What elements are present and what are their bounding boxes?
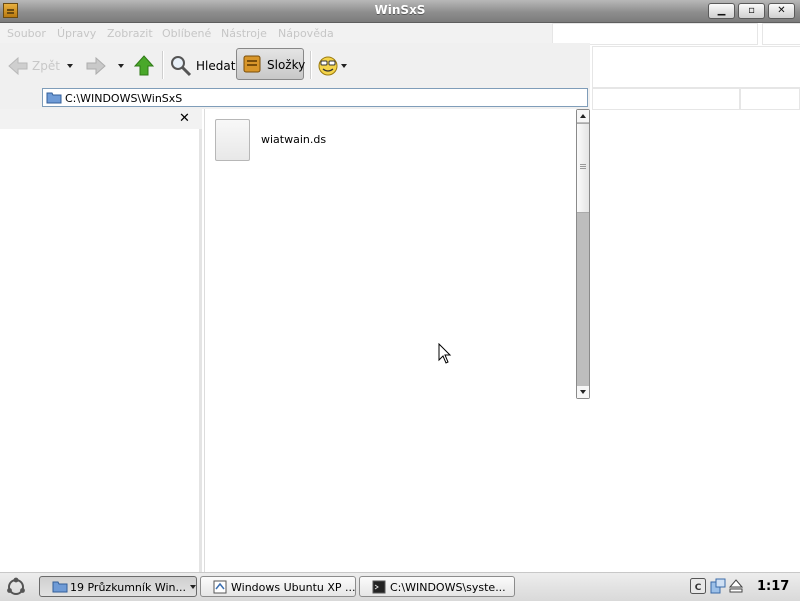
folders-toggle-button[interactable]: Složky [236,48,306,80]
search-icon[interactable] [170,55,192,77]
mouse-cursor-icon [438,343,452,364]
folders-icon [243,55,261,73]
task-group-chevron-icon[interactable] [190,585,196,589]
taskbar-task-browser[interactable]: Windows Ubuntu XP ... [200,576,356,597]
folder-icon [52,581,68,593]
maximize-button[interactable]: ▫ [738,3,765,19]
scroll-up-icon [580,114,586,118]
tray-network-icon[interactable] [710,578,726,594]
menu-tools[interactable]: Nástroje [221,27,267,40]
folder-icon [46,92,62,104]
toolbar-separator [310,51,311,79]
window-title: WinSxS [374,3,426,17]
menu-help[interactable]: Nápověda [278,27,334,40]
file-name[interactable]: wiatwain.ds [261,133,326,146]
menu-bar: Soubor Úpravy Zobrazit Oblíbené Nástroje… [0,23,552,43]
tray-eject-icon[interactable] [728,578,744,594]
vertical-scrollbar[interactable] [576,109,590,399]
taskbar: 19 Průzkumník Win... Windows Ubuntu XP .… [0,572,800,601]
ghost-panel [592,88,740,110]
taskbar-task-explorer[interactable]: 19 Průzkumník Win... [39,576,197,597]
address-row: C:\WINDOWS\WinSxS [0,87,590,109]
views-smiley-icon[interactable] [317,55,339,77]
title-bar[interactable]: WinSxS ▁ ▫ ✕ [0,0,800,23]
back-dropdown-chevron-icon[interactable] [67,64,73,68]
svg-text:C: C [695,583,702,593]
toolbar-separator [162,51,163,79]
scroll-down-icon [580,390,586,394]
task-label: Windows Ubuntu XP ... [231,581,356,594]
scrollbar-thumb[interactable] [577,123,589,213]
folders-pane[interactable] [0,129,202,572]
thumb-grip-icon [580,164,586,165]
folders-button-label: Složky [267,58,306,72]
close-sidebar-icon[interactable]: ✕ [179,111,190,126]
ghost-panel [552,23,758,45]
address-bar[interactable]: C:\WINDOWS\WinSxS [42,88,588,107]
menu-favorites[interactable]: Oblíbené [162,27,211,40]
start-menu-icon[interactable] [6,577,26,597]
toolbar: Zpět Hledat Složky [0,43,590,87]
scroll-up-button[interactable] [577,110,589,122]
ghost-panel [592,46,800,88]
up-folder-arrow-icon[interactable] [134,55,154,77]
back-arrow-icon[interactable] [8,56,28,76]
menu-edit[interactable]: Úpravy [57,27,96,40]
task-label: 19 Průzkumník Win... [70,581,186,594]
views-dropdown-chevron-icon[interactable] [341,64,347,68]
forward-dropdown-chevron-icon[interactable] [118,64,124,68]
forward-arrow-icon[interactable] [86,56,106,76]
menu-file[interactable]: Soubor [7,27,46,40]
minimize-button[interactable]: ▁ [708,3,735,19]
file-list-pane[interactable] [204,109,577,572]
generic-file-icon[interactable] [215,119,250,161]
sidebar-header: ✕ [0,109,202,129]
ghost-panel [762,23,800,45]
close-button[interactable]: ✕ [768,3,795,19]
taskbar-task-terminal[interactable]: C:\WINDOWS\syste... [359,576,515,597]
scroll-down-button[interactable] [577,386,589,398]
ghost-panel [740,88,800,110]
tray-cs-icon[interactable]: C [690,578,706,594]
search-button-label[interactable]: Hledat [196,59,235,73]
address-path: C:\WINDOWS\WinSxS [65,92,183,105]
task-label: C:\WINDOWS\syste... [390,581,506,594]
taskbar-clock[interactable]: 1:17 [757,579,789,594]
terminal-icon [372,580,386,594]
menu-view[interactable]: Zobrazit [107,27,153,40]
back-button-label[interactable]: Zpět [32,59,60,73]
browser-icon [213,580,227,594]
